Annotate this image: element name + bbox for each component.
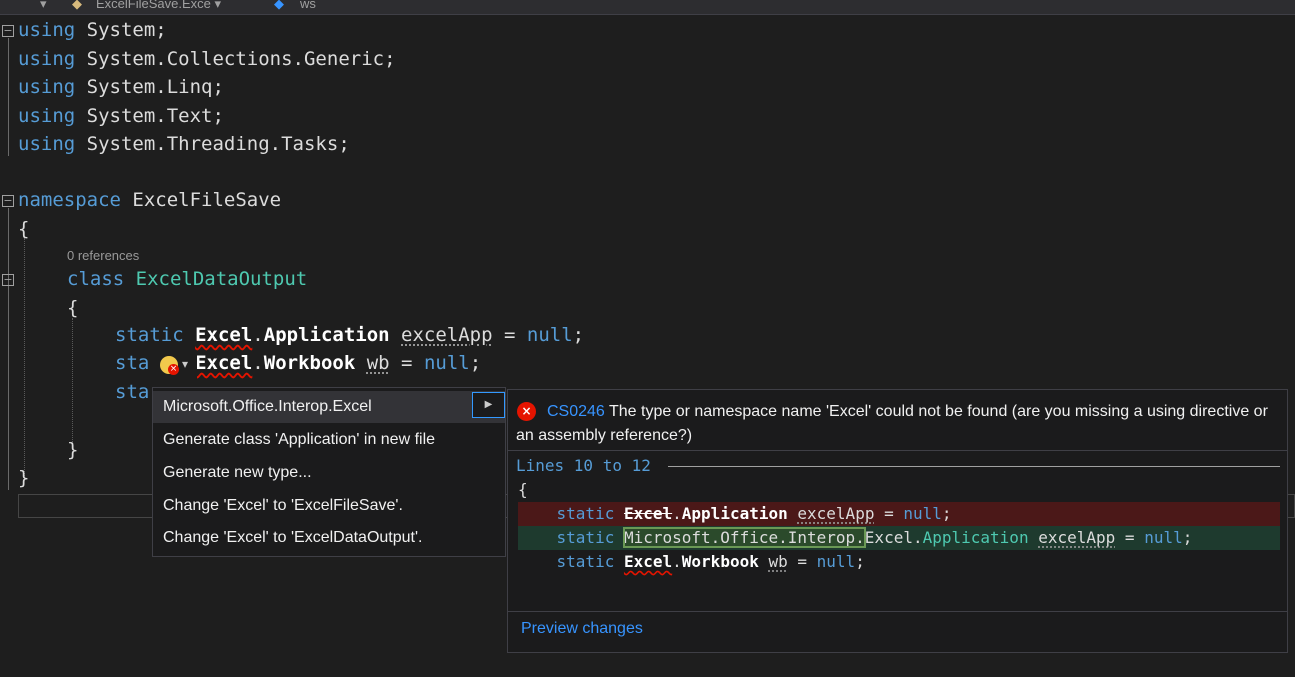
- error-message: CS0246 The type or namespace name 'Excel…: [516, 403, 1268, 444]
- preview-code-line: {: [518, 480, 528, 499]
- code-line[interactable]: {: [18, 215, 29, 243]
- code-line[interactable]: }: [67, 436, 78, 464]
- preview-removed-line: static Excel.Application excelApp = null…: [518, 502, 1280, 526]
- navigation-bar: ▾ ◆ ExcelFileSave.Exce ▾ ◆ ws: [0, 0, 1295, 15]
- field-icon: ◆: [274, 0, 284, 11]
- indent-guide: [24, 238, 25, 478]
- outline-guide: [8, 38, 9, 156]
- quick-action-item-generate-class[interactable]: Generate class 'Application' in new file: [153, 424, 505, 456]
- lines-range-label: Lines 10 to 12: [516, 454, 657, 478]
- code-line[interactable]: using System.Collections.Generic;: [18, 45, 396, 73]
- quick-action-item-change-to-excelfilesave[interactable]: Change 'Excel' to 'ExcelFileSave'.: [153, 490, 505, 522]
- divider: [668, 466, 1280, 467]
- chevron-down-icon: ▾: [182, 357, 189, 371]
- quick-actions-lightbulb[interactable]: × ▾: [157, 355, 197, 381]
- code-line[interactable]: class ExcelDataOutput: [67, 265, 307, 293]
- quick-actions-menu: Microsoft.Office.Interop.Excel ▶ Generat…: [152, 387, 506, 557]
- preview-changes-link[interactable]: Preview changes: [521, 620, 643, 638]
- error-code-link[interactable]: CS0246: [547, 403, 605, 420]
- code-line[interactable]: {: [67, 294, 78, 322]
- quick-action-item-generate-type[interactable]: Generate new type...: [153, 457, 505, 489]
- code-line[interactable]: namespace ExcelFileSave: [18, 186, 281, 214]
- code-line[interactable]: using System.Threading.Tasks;: [18, 130, 350, 158]
- collapse-icon[interactable]: −: [2, 195, 14, 207]
- code-line[interactable]: sta: [115, 378, 149, 406]
- codelens-references[interactable]: 0 references: [67, 248, 139, 263]
- class-icon: ◆: [72, 0, 82, 11]
- preview-code-line: static Excel.Workbook wb = null;: [556, 552, 865, 571]
- class-dropdown[interactable]: ExcelFileSave.Exce ▾: [96, 0, 221, 12]
- quick-action-item-interop[interactable]: Microsoft.Office.Interop.Excel: [153, 391, 505, 423]
- divider: [508, 450, 1287, 451]
- preview-added-line: static Microsoft.Office.Interop.Excel.Ap…: [518, 526, 1280, 550]
- preview-panel: × CS0246 The type or namespace name 'Exc…: [507, 389, 1288, 653]
- divider: [508, 611, 1287, 612]
- inserted-namespace-highlight: Microsoft.Office.Interop.: [622, 527, 866, 548]
- error-badge-icon: ×: [168, 364, 179, 375]
- code-line[interactable]: using System.Text;: [18, 102, 224, 130]
- member-dropdown[interactable]: ws: [300, 0, 316, 11]
- quick-action-item-change-to-exceldataoutput[interactable]: Change 'Excel' to 'ExcelDataOutput'.: [153, 522, 505, 554]
- code-line[interactable]: static Excel.Application excelApp = null…: [115, 321, 584, 349]
- code-line[interactable]: }: [18, 464, 29, 492]
- collapse-icon[interactable]: −: [2, 25, 14, 37]
- outline-guide: [8, 287, 9, 457]
- code-line[interactable]: using System;: [18, 16, 167, 44]
- submenu-arrow-icon[interactable]: ▶: [472, 392, 505, 418]
- collapse-icon[interactable]: −: [2, 274, 14, 286]
- indent-guide: [72, 318, 73, 448]
- code-line[interactable]: using System.Linq;: [18, 73, 224, 101]
- project-dropdown[interactable]: ▾: [40, 0, 47, 12]
